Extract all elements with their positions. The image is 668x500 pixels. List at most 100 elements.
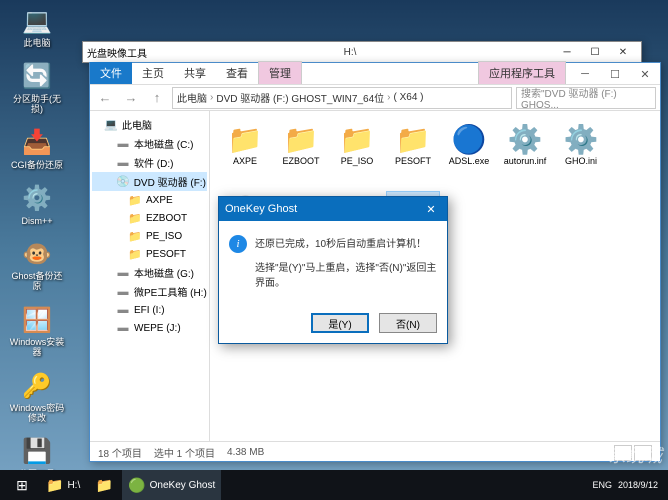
file-label: ADSL.exe bbox=[449, 157, 490, 167]
folder-icon: 📁 bbox=[227, 121, 263, 157]
desktop-icon-label: 分区助手(无损) bbox=[8, 95, 66, 115]
task-icon: ⊞ bbox=[16, 477, 28, 494]
desktop-glyph-icon: 🐵 bbox=[21, 238, 53, 270]
file-label: PE_ISO bbox=[341, 157, 374, 167]
dialog-close[interactable]: ✕ bbox=[421, 203, 441, 216]
tab-manage[interactable]: 管理 bbox=[258, 61, 302, 84]
task-onekey[interactable]: 🟢OneKey Ghost bbox=[122, 470, 221, 500]
file-label: autorun.inf bbox=[504, 157, 547, 167]
bgwin-max[interactable]: ☐ bbox=[581, 43, 609, 61]
folder-icon: 📁 bbox=[283, 121, 319, 157]
tree-axpe[interactable]: 📁AXPE bbox=[92, 191, 207, 209]
chevron-right-icon: › bbox=[387, 92, 390, 103]
breadcrumb-drive[interactable]: DVD 驱动器 (F:) GHOST_WIN7_64位 bbox=[216, 90, 384, 105]
task-icon: 📁 bbox=[46, 477, 63, 494]
start[interactable]: ⊞ bbox=[4, 470, 40, 500]
drive-icon: ▬ bbox=[116, 303, 130, 317]
win-max[interactable]: ☐ bbox=[600, 64, 630, 84]
tree-localc[interactable]: ▬本地磁盘 (C:) bbox=[92, 134, 207, 153]
search-input[interactable]: 搜索"DVD 驱动器 (F:) GHOS... bbox=[516, 87, 656, 109]
dialog-line1: 还原已完成，10秒后自动重启计算机！ bbox=[255, 235, 426, 253]
background-window: 光盘映像工具 H:\ ─ ☐ ✕ bbox=[82, 41, 642, 63]
desktop-glyph-icon: 📥 bbox=[21, 127, 53, 159]
drive-icon: ▬ bbox=[116, 285, 130, 299]
tree-pc[interactable]: 💻此电脑 bbox=[92, 115, 207, 134]
folder-icon: 📁 bbox=[128, 247, 142, 261]
dialog-no-button[interactable]: 否(N) bbox=[379, 313, 437, 333]
tree-wepe[interactable]: ▬WEPE (J:) bbox=[92, 319, 207, 337]
folder-icon: 📁 bbox=[395, 121, 431, 157]
desktop-glyph-icon: 🔄 bbox=[21, 61, 53, 93]
tree-localg[interactable]: ▬本地磁盘 (G:) bbox=[92, 263, 207, 282]
taskbar: ⊞ 📁 H:\ 📁 🟢OneKey Ghost ENG2018/9/12 bbox=[0, 470, 668, 500]
folder-icon: 📁 bbox=[128, 193, 142, 207]
folder-icon: 📁 bbox=[128, 229, 142, 243]
breadcrumb-folder[interactable]: ( X64 ) bbox=[394, 92, 424, 103]
desktop-icon-4[interactable]: 🐵Ghost备份还原 bbox=[8, 238, 66, 292]
tree-pesoft[interactable]: 📁PESOFT bbox=[92, 245, 207, 263]
breadcrumb[interactable]: 此电脑 › DVD 驱动器 (F:) GHOST_WIN7_64位 › ( X6… bbox=[172, 87, 512, 109]
bgwin-min[interactable]: ─ bbox=[553, 43, 581, 61]
folder-icon: 📁 bbox=[339, 121, 375, 157]
tree-peiso[interactable]: 📁PE_ISO bbox=[92, 227, 207, 245]
nav-up[interactable]: ↑ bbox=[146, 87, 168, 109]
desktop-icon-3[interactable]: ⚙️Dism++ bbox=[8, 183, 66, 227]
win-min[interactable]: ─ bbox=[570, 64, 600, 84]
task-h[interactable]: 📁 H:\ bbox=[40, 470, 86, 500]
file-item[interactable]: 🔵ADSL.exe bbox=[442, 119, 496, 189]
nav-fwd[interactable]: → bbox=[120, 87, 142, 109]
tab-file[interactable]: 文件 bbox=[90, 62, 132, 84]
system-tray[interactable]: ENG2018/9/12 bbox=[592, 480, 664, 490]
drive-icon: ▬ bbox=[116, 137, 130, 151]
file-item[interactable]: 📁AXPE bbox=[218, 119, 272, 189]
folder-icon: 📁 bbox=[128, 211, 142, 225]
tab-share[interactable]: 共享 bbox=[174, 62, 216, 84]
pc-icon: 💻 bbox=[104, 118, 118, 132]
file-label: PESOFT bbox=[395, 157, 431, 167]
file-label: AXPE bbox=[233, 157, 257, 167]
ribbon: 文件 主页 共享 查看 管理 应用程序工具 ─ ☐ ✕ bbox=[90, 63, 660, 85]
desktop-glyph-icon: 🪟 bbox=[21, 304, 53, 336]
tree-ezboot[interactable]: 📁EZBOOT bbox=[92, 209, 207, 227]
win-close[interactable]: ✕ bbox=[630, 64, 660, 84]
file-item[interactable]: ⚙️GHO.ini bbox=[554, 119, 608, 189]
file-item[interactable]: 📁PE_ISO bbox=[330, 119, 384, 189]
sidebar-tree: 💻此电脑 ▬本地磁盘 (C:) ▬软件 (D:) 💿DVD 驱动器 (F:) G… bbox=[90, 111, 210, 441]
status-count: 18 个项目 bbox=[98, 445, 142, 460]
nav-back[interactable]: ← bbox=[94, 87, 116, 109]
ribbon-context: 应用程序工具 bbox=[478, 61, 566, 84]
ini-icon: ⚙️ bbox=[563, 121, 599, 157]
bgwin-close[interactable]: ✕ bbox=[609, 43, 637, 61]
bgwin-title-right: H:\ bbox=[147, 47, 553, 58]
task-label: H:\ bbox=[67, 480, 80, 491]
dialog-line2: 选择"是(Y)"马上重启，选择"否(N)"返回主界面。 bbox=[255, 259, 437, 289]
tree-micro[interactable]: ▬微PE工具箱 (H:) bbox=[92, 282, 207, 301]
address-bar: ← → ↑ 此电脑 › DVD 驱动器 (F:) GHOST_WIN7_64位 … bbox=[90, 85, 660, 111]
tree-efi[interactable]: ▬EFI (I:) bbox=[92, 301, 207, 319]
desktop-icon-6[interactable]: 🔑Windows密码修改 bbox=[8, 370, 66, 424]
desktop-icon-label: Windows安装器 bbox=[8, 338, 66, 358]
desktop-icon-2[interactable]: 📥CGI备份还原 bbox=[8, 127, 66, 171]
file-item[interactable]: 📁EZBOOT bbox=[274, 119, 328, 189]
onekey-dialog: OneKey Ghost ✕ i 还原已完成，10秒后自动重启计算机！ 选择"是… bbox=[218, 196, 448, 344]
desktop-icon-0[interactable]: 💻此电脑 bbox=[8, 5, 66, 49]
task-icon: 🟢 bbox=[128, 477, 145, 494]
file-item[interactable]: ⚙️autorun.inf bbox=[498, 119, 552, 189]
task-icon: 📁 bbox=[96, 477, 113, 494]
breadcrumb-root[interactable]: 此电脑 bbox=[177, 90, 207, 105]
file-item[interactable]: 📁PESOFT bbox=[386, 119, 440, 189]
desktop-icon-1[interactable]: 🔄分区助手(无损) bbox=[8, 61, 66, 115]
drive-icon: ▬ bbox=[116, 156, 130, 170]
tab-view[interactable]: 查看 bbox=[216, 62, 258, 84]
desktop-glyph-icon: 🔑 bbox=[21, 370, 53, 402]
info-icon: i bbox=[229, 235, 247, 253]
tree-dvd[interactable]: 💿DVD 驱动器 (F:) GH bbox=[92, 172, 207, 191]
dialog-yes-button[interactable]: 是(Y) bbox=[311, 313, 369, 333]
tab-home[interactable]: 主页 bbox=[132, 62, 174, 84]
desktop-icon-5[interactable]: 🪟Windows安装器 bbox=[8, 304, 66, 358]
tray-lang[interactable]: ENG bbox=[592, 480, 612, 490]
chevron-right-icon: › bbox=[210, 92, 213, 103]
task-explorer[interactable]: 📁 bbox=[86, 470, 122, 500]
tree-soft[interactable]: ▬软件 (D:) bbox=[92, 153, 207, 172]
dialog-title: OneKey Ghost bbox=[225, 203, 297, 215]
